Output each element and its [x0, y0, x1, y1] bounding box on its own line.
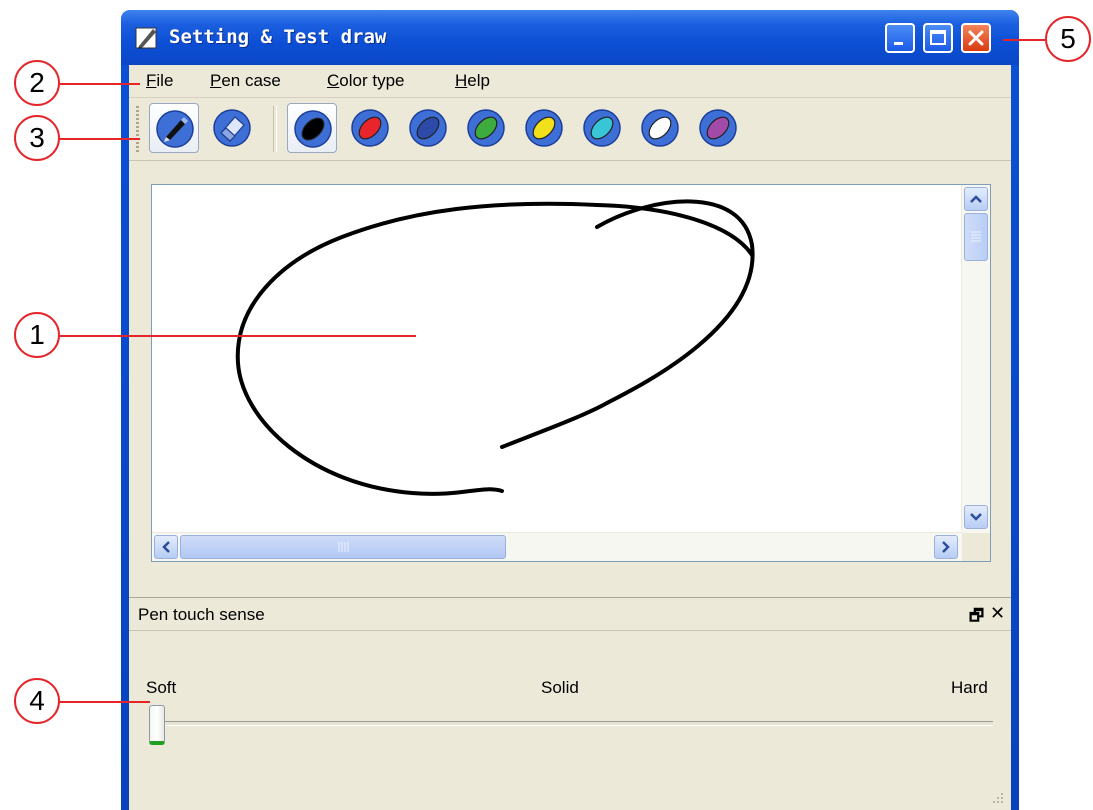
callout-3: 3	[14, 115, 60, 161]
toolbar-separator	[273, 106, 277, 152]
close-panel-icon[interactable]: ✕	[990, 603, 1005, 624]
callout-5-line	[1003, 39, 1045, 41]
scroll-up-button[interactable]	[964, 187, 988, 211]
color-swatch-icon	[583, 109, 621, 147]
drawing-canvas[interactable]	[152, 185, 962, 533]
chevron-down-icon	[970, 513, 982, 521]
scroll-right-button[interactable]	[934, 535, 958, 559]
menu-color-type-mnemonic: C	[327, 71, 340, 90]
menu-file[interactable]: File	[146, 71, 173, 91]
menu-file-mnemonic: F	[146, 71, 157, 90]
menu-help-mnemonic: H	[455, 71, 468, 90]
callout-2-line	[60, 83, 140, 85]
color-cyan-button[interactable]	[577, 103, 627, 153]
color-yellow-button[interactable]	[519, 103, 569, 153]
app-icon	[135, 27, 157, 49]
vertical-scrollbar[interactable]	[961, 185, 990, 533]
thumb-grip-icon	[971, 231, 981, 242]
pen-touch-panel-title: Pen touch sense	[138, 605, 265, 624]
scroll-down-button[interactable]	[964, 505, 988, 529]
chevron-right-icon	[942, 541, 950, 553]
callout-5: 5	[1045, 16, 1091, 62]
menu-color-type-label: olor type	[339, 71, 405, 90]
slider-label-solid: Solid	[541, 678, 579, 697]
color-red-button[interactable]	[345, 103, 395, 153]
title-bar[interactable]: Setting & Test draw	[121, 10, 1019, 65]
toolbar-grip[interactable]	[136, 106, 139, 152]
color-swatch-icon	[467, 109, 505, 147]
color-white-button[interactable]	[635, 103, 685, 153]
color-green-button[interactable]	[461, 103, 511, 153]
callout-1: 1	[14, 312, 60, 358]
menu-help[interactable]: Help	[455, 71, 490, 91]
chevron-left-icon	[162, 541, 170, 553]
ink-stroke	[235, 199, 755, 496]
color-swatch-icon	[525, 109, 563, 147]
callout-4: 4	[14, 678, 60, 724]
color-black-button[interactable]	[287, 103, 337, 153]
resize-grip-icon[interactable]	[991, 791, 1005, 805]
menu-color-type[interactable]: Color type	[327, 71, 404, 91]
close-button[interactable]	[961, 23, 991, 53]
client-area: File Pen case Color type Help Pen touch …	[129, 65, 1011, 810]
app-window: Setting & Test draw File Pen case Color …	[121, 10, 1019, 810]
pen-touch-slider-track[interactable]	[151, 721, 993, 726]
chevron-up-icon	[970, 195, 982, 203]
slider-label-soft: Soft	[146, 678, 177, 697]
color-blue-button[interactable]	[403, 103, 453, 153]
callout-3-line	[60, 138, 140, 140]
color-purple-button[interactable]	[693, 103, 743, 153]
maximize-icon	[930, 30, 946, 45]
color-swatch-icon	[409, 109, 447, 147]
callout-1-line	[60, 335, 416, 337]
callout-4-line	[60, 701, 150, 703]
thumb-grip-icon	[338, 542, 349, 552]
minimize-icon	[894, 42, 903, 45]
slider-label-hard: Hard	[951, 678, 988, 697]
eraser-tool-button[interactable]	[207, 103, 257, 153]
eraser-icon	[213, 109, 251, 147]
callout-2: 2	[14, 60, 60, 106]
minimize-button[interactable]	[885, 23, 915, 53]
menu-pen-case-mnemonic: P	[210, 71, 222, 90]
close-icon	[968, 30, 984, 46]
horizontal-scroll-thumb[interactable]	[180, 535, 506, 559]
horizontal-scrollbar[interactable]	[152, 532, 962, 561]
float-panel-icon[interactable]: 🗗	[969, 605, 984, 632]
color-swatch-icon	[294, 110, 332, 148]
scroll-left-button[interactable]	[154, 535, 178, 559]
pen-touch-slider-thumb[interactable]	[149, 705, 165, 745]
menu-file-label: ile	[156, 71, 174, 90]
color-swatch-icon	[351, 109, 389, 147]
window-title: Setting & Test draw	[169, 26, 387, 48]
vertical-scroll-thumb[interactable]	[964, 213, 988, 261]
menu-pen-case-label: en case	[221, 71, 281, 90]
pen-icon	[156, 110, 194, 148]
pen-tool-button[interactable]	[149, 103, 199, 153]
pen-touch-panel-header: Pen touch sense 🗗 ✕	[129, 597, 1011, 631]
drawing-canvas-frame	[151, 184, 991, 562]
menu-help-label: elp	[467, 71, 490, 90]
scroll-corner	[962, 533, 990, 561]
toolbar	[129, 98, 1011, 161]
menu-bar: File Pen case Color type Help	[129, 65, 1011, 98]
color-swatch-icon	[699, 109, 737, 147]
maximize-button[interactable]	[923, 23, 953, 53]
menu-pen-case[interactable]: Pen case	[210, 71, 281, 91]
color-swatch-icon	[641, 109, 679, 147]
